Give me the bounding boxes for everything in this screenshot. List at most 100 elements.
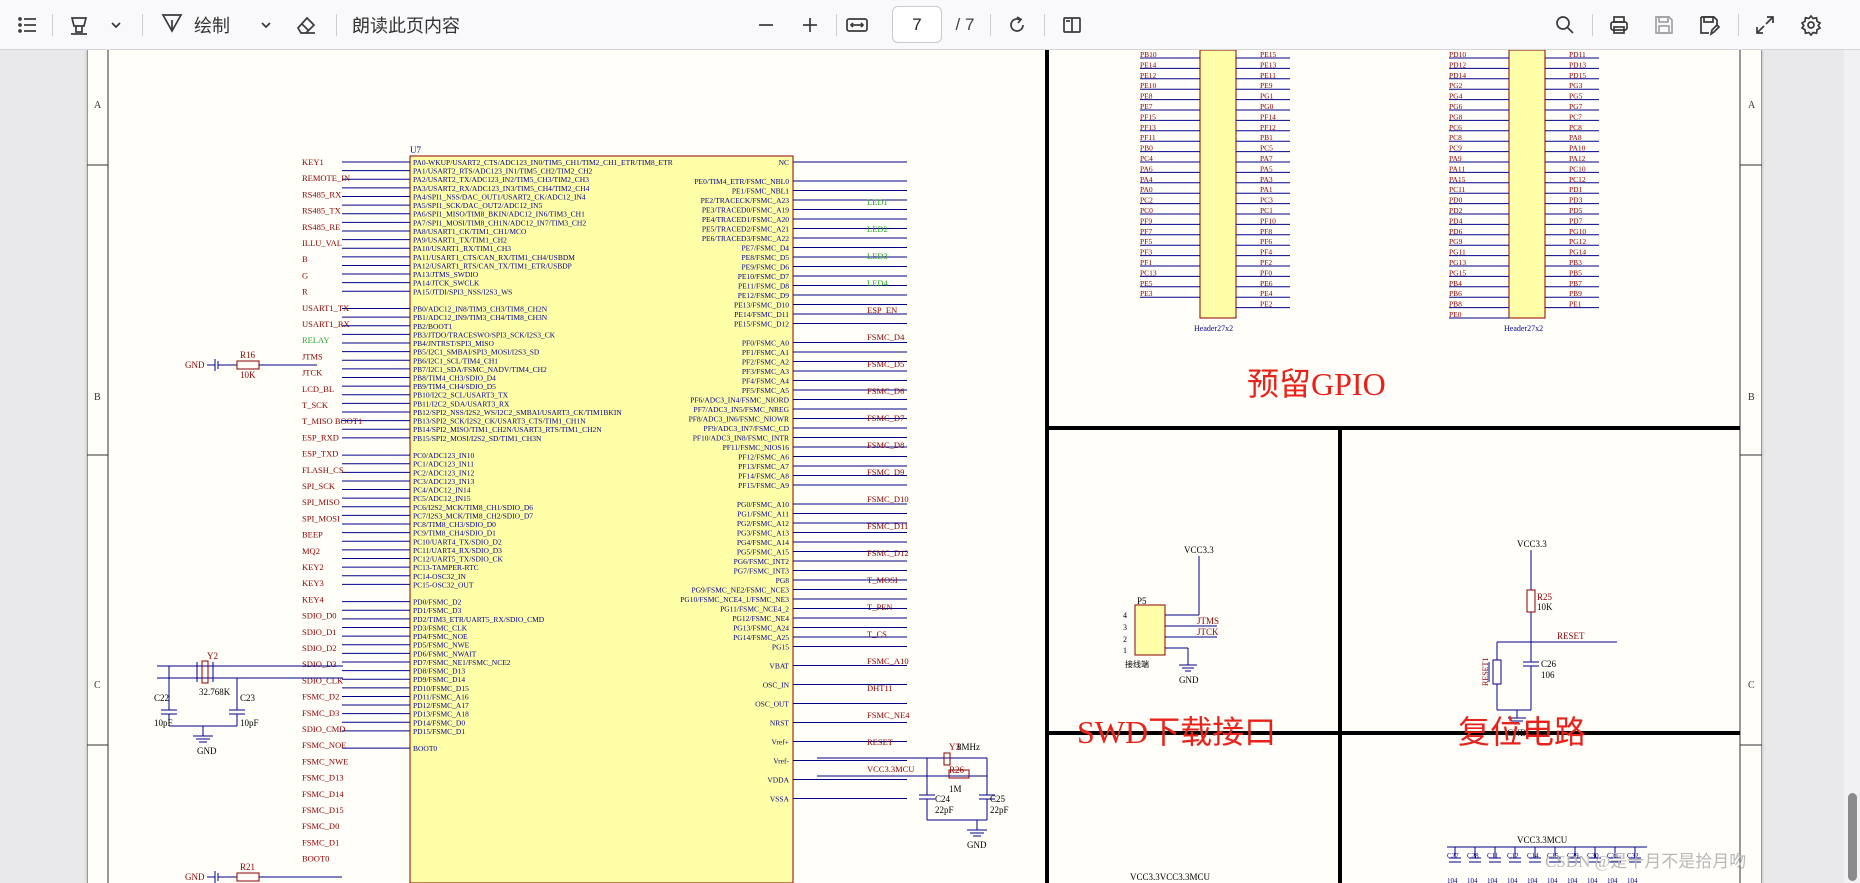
net-label: ESP_RXD (302, 432, 339, 442)
svg-text:R25: R25 (1537, 592, 1553, 602)
net-label: B (302, 254, 308, 264)
net-label: T_MISO BOOT1 (302, 416, 362, 426)
svg-text:JTMS: JTMS (1197, 616, 1219, 626)
fit-width-icon[interactable] (840, 9, 874, 41)
mcu-pin-label: PG8 (776, 576, 790, 585)
toolbar-divider (336, 14, 337, 36)
net-label: FSMC_D1 (302, 837, 339, 847)
svg-text:VCC3.3: VCC3.3 (1517, 539, 1547, 549)
c24-label: C24 (935, 794, 951, 804)
header-body (1508, 50, 1546, 319)
page-number-input[interactable]: 7 (892, 6, 942, 43)
mcu-pin-label: PD15/FSMC_D1 (413, 727, 465, 736)
chevron-down-icon[interactable] (254, 9, 278, 41)
mcu-pin-label: PG12/FSMC_NE4 (732, 614, 789, 623)
mcu-pin-label: PE13/FSMC_D10 (734, 301, 789, 310)
c25-value: 22pF (990, 805, 1009, 815)
frame-row-label: A (1748, 100, 1756, 111)
net-label: RS485_RX (302, 189, 341, 199)
scrollbar-thumb[interactable] (1848, 793, 1857, 881)
net-label: SDIO_D0 (302, 611, 336, 621)
zoom-in-icon[interactable] (794, 9, 826, 41)
fullscreen-icon[interactable] (1748, 9, 1782, 41)
mcu-pin-label: PE9/FSMC_D6 (741, 263, 789, 272)
draw-button[interactable]: 绘制 (160, 9, 250, 41)
net-label: FSMC_A10 (867, 656, 909, 666)
net-label: T_SCK (302, 400, 329, 410)
net-label: FSMC_D4 (867, 332, 905, 342)
svg-text:3: 3 (1123, 623, 1127, 632)
mcu-pin-label: PE10/FSMC_D7 (738, 272, 790, 281)
page-view-icon[interactable] (1055, 9, 1089, 41)
vertical-scrollbar[interactable] (1844, 50, 1860, 883)
svg-text:GND: GND (185, 360, 205, 370)
frame-row-label: B (94, 392, 101, 403)
svg-text:RESET1: RESET1 (1481, 658, 1490, 686)
mcu-pin-label: PF14/FSMC_A8 (738, 472, 789, 481)
mcu-pin-label: PF3/FSMC_A3 (742, 367, 789, 376)
mcu-pin-label: PG4/FSMC_A14 (737, 538, 789, 547)
chevron-down-icon[interactable] (104, 9, 128, 41)
net-label: RELAY (302, 335, 330, 345)
net-label: FSMC_D13 (302, 773, 344, 783)
csdn-watermark: CSDN @是十月不是拾月吻 (1545, 852, 1746, 871)
net-label: KEY3 (302, 578, 324, 588)
settings-icon[interactable] (1794, 9, 1828, 41)
rotate-icon[interactable] (1000, 9, 1034, 41)
document-viewer[interactable]: AABBCC U7 PA0-WKUP/USART2_CTS/ADC123_IN0… (0, 50, 1860, 883)
mcu-pin-label: VSSA (770, 795, 790, 804)
mcu-pin-label: PG2/FSMC_A12 (737, 519, 789, 528)
net-label: ILLU_VAL (302, 238, 342, 248)
mcu-pin-label: PF11/FSMC_NIOS16 (723, 443, 790, 452)
mcu-pin-label: PE7/FSMC_D4 (741, 244, 789, 253)
eraser-icon[interactable] (290, 9, 322, 41)
net-label: FSMC_D0 (302, 821, 339, 831)
header-body (1199, 50, 1237, 319)
mcu-ref: U7 (410, 145, 421, 155)
cap-value: 104 (1447, 877, 1458, 883)
save-icon[interactable] (1647, 9, 1681, 41)
toolbar-divider (1044, 14, 1045, 36)
mcu-pin-label: PB15/SPI2_MOSI/I2S2_SD/TIM1_CH3N (413, 434, 542, 443)
highlighter-icon[interactable] (64, 9, 94, 41)
net-label: FSMC_D2 (302, 692, 339, 702)
save-as-icon[interactable] (1692, 9, 1726, 41)
gnd-label: GND (197, 746, 217, 756)
list-icon[interactable] (12, 9, 44, 41)
zoom-out-icon[interactable] (750, 9, 782, 41)
toolbar-divider (990, 14, 991, 36)
mcu-pin-label: PE4/TRACED1/FSMC_A20 (702, 215, 789, 224)
vcc-labels: VCC3.3VCC3.3MCU (1130, 872, 1211, 882)
svg-text:JTCK: JTCK (1197, 627, 1219, 637)
mcu-pin-label: VBAT (769, 662, 789, 671)
net-label: FSMC_D9 (867, 467, 904, 477)
r16-resistor: GND R16 10K (185, 350, 317, 380)
cap-value: 104 (1627, 877, 1638, 883)
reset-section-title: 复位电路 (1458, 714, 1586, 750)
cap-label: C12 (1507, 852, 1519, 860)
gnd-label: GND (967, 840, 987, 850)
net-label: FSMC_NE4 (867, 710, 910, 720)
mcu-pin-label: NC (779, 158, 789, 167)
net-label: SDIO_D1 (302, 627, 336, 637)
svg-text:GND: GND (185, 872, 205, 882)
mcu-pin-label: PE14/FSMC_D11 (734, 310, 789, 319)
mcu-pin-label: PE8/FSMC_D5 (741, 253, 789, 262)
mcu-pin-label: PG6/FSMC_INT2 (734, 557, 790, 566)
y2-label: Y2 (207, 651, 218, 661)
mcu-pin-label: Vref- (773, 757, 789, 766)
mcu-pin-label: PE1/FSMC_NBL1 (732, 187, 789, 196)
mcu-pin-label: Vref+ (771, 738, 789, 747)
net-label: LED4 (867, 278, 889, 288)
net-label: FSMC_D10 (867, 494, 909, 504)
mcu-pin-label: PC15-OSC32_OUT (413, 580, 474, 589)
print-icon[interactable] (1602, 9, 1636, 41)
net-label: T_PEN (867, 602, 893, 612)
svg-text:10K: 10K (240, 370, 256, 380)
mcu-pin-label: PE0/TIM4_ETR/FSMC_NBL0 (694, 177, 789, 186)
cap-value: 104 (1507, 877, 1518, 883)
svg-text:VCC3.3: VCC3.3 (1184, 545, 1214, 555)
search-icon[interactable] (1548, 9, 1582, 41)
read-aloud-button[interactable]: 朗读此页内容 (352, 9, 482, 41)
mcu-pin-label: PF1/FSMC_A1 (742, 348, 789, 357)
